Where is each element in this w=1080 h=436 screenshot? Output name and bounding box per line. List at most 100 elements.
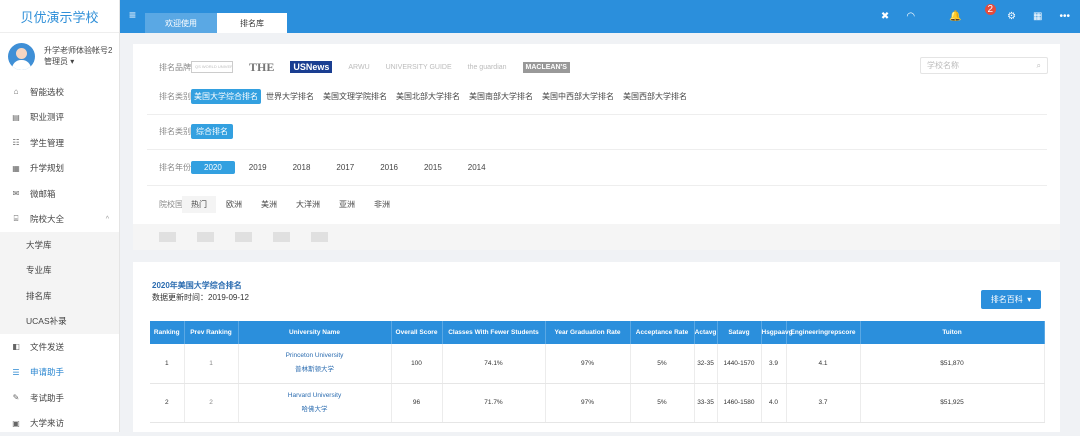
grad-rate-cell: 97%: [545, 344, 630, 383]
sidebar-item-application-assistant[interactable]: ☰申请助手: [0, 360, 119, 386]
search-icon[interactable]: ⌕: [1037, 58, 1041, 73]
category2-row: 排名类别 综合排名: [133, 123, 1060, 139]
category-option[interactable]: 美国中西部大学排名: [542, 91, 614, 102]
category2-option[interactable]: 综合排名: [191, 124, 233, 139]
year-option[interactable]: 2017: [336, 163, 354, 172]
edit-icon: ✎: [11, 393, 21, 402]
category-option[interactable]: 世界大学排名: [266, 91, 314, 102]
school-name[interactable]: 贝优演示学校: [0, 0, 119, 33]
university-name-cn-link[interactable]: 哈佛大学: [239, 403, 391, 417]
sidebar-item-colleges[interactable]: ⌸院校大全^: [0, 207, 119, 233]
school-search-input[interactable]: 学校名称 ⌕: [920, 57, 1048, 74]
sidebar-item-label: 大学来访: [30, 417, 64, 429]
ranking-wiki-button[interactable]: 排名百科 ▾: [981, 290, 1041, 309]
more-icon[interactable]: •••: [1059, 11, 1070, 22]
column-header[interactable]: Year Graduation Rate: [545, 321, 630, 344]
avatar: [8, 43, 35, 70]
country-option[interactable]: 热门: [182, 196, 216, 213]
category-option[interactable]: 美国文理学院排名: [323, 91, 387, 102]
sidebar-item-planning[interactable]: ▦升学规划: [0, 156, 119, 182]
year-option[interactable]: 2019: [249, 163, 267, 172]
university-name-cn-link[interactable]: 普林斯顿大学: [239, 363, 391, 377]
notification-bell[interactable]: 🔔2: [932, 11, 990, 22]
university-guide-logo[interactable]: UNIVERSITY GUIDE: [386, 64, 452, 71]
table-row[interactable]: 2 2 Harvard University哈佛大学 96 71.7% 97% …: [150, 383, 1044, 422]
year-row: 排名年份 2020 2019 2018 2017 2016 2015 2014: [133, 159, 1060, 175]
sidebar-subitem-ranking-library[interactable]: 排名库: [0, 283, 119, 309]
close-circle-icon[interactable]: ✖: [881, 11, 889, 22]
category-row: 排名类别 美国大学综合排名 世界大学排名 美国文理学院排名 美国北部大学排名 美…: [133, 88, 1060, 104]
university-name-en-link[interactable]: Harvard University: [239, 389, 391, 403]
menu-toggle-icon[interactable]: ≡: [129, 9, 143, 23]
country-option[interactable]: 亚洲: [339, 199, 355, 210]
sidebar-item-label: 智能选校: [30, 86, 64, 98]
gpa-cell: 4.0: [761, 383, 786, 422]
sidebar-subitem-ucas[interactable]: UCAS补录: [0, 309, 119, 335]
country-option[interactable]: 欧洲: [226, 199, 242, 210]
column-header[interactable]: Ranking: [150, 321, 184, 344]
column-header[interactable]: Tuiton: [860, 321, 1044, 344]
users-icon: ☷: [11, 138, 21, 147]
university-name-en-link[interactable]: Princeton University: [239, 349, 391, 363]
year-option[interactable]: 2015: [424, 163, 442, 172]
graduation-cap-icon: ⌂: [11, 87, 21, 96]
wifi-icon[interactable]: ◠: [906, 11, 915, 22]
usnews-logo[interactable]: USNews: [290, 61, 332, 73]
sidebar-item-exam-assistant[interactable]: ✎考试助手: [0, 385, 119, 411]
ranking-updated-date: 数据更新时间：2019-09-12: [152, 292, 249, 303]
country-option[interactable]: 美洲: [261, 199, 277, 210]
calendar-icon: ▣: [11, 419, 21, 428]
category-option[interactable]: 美国北部大学排名: [396, 91, 460, 102]
column-header[interactable]: Actavg: [694, 321, 717, 344]
gear-icon[interactable]: ⚙: [1007, 11, 1016, 22]
the-logo[interactable]: THE: [249, 60, 274, 75]
column-header[interactable]: Acceptance Rate: [630, 321, 694, 344]
user-role-dropdown[interactable]: 管理员 ▾: [44, 56, 112, 67]
year-option[interactable]: 2016: [380, 163, 398, 172]
year-option[interactable]: 2018: [293, 163, 311, 172]
country-option[interactable]: 非洲: [374, 199, 390, 210]
category-option[interactable]: 美国西部大学排名: [623, 91, 687, 102]
column-header[interactable]: Prev Ranking: [184, 321, 238, 344]
category-option[interactable]: 美国南部大学排名: [469, 91, 533, 102]
au-flag-icon[interactable]: [235, 232, 252, 242]
nz-flag-icon[interactable]: [311, 232, 328, 242]
uk-flag-icon[interactable]: [197, 232, 214, 242]
sidebar-item-label: 文件发送: [30, 341, 64, 353]
category-option[interactable]: 美国大学综合排名: [191, 89, 261, 104]
search-placeholder: 学校名称: [927, 61, 959, 70]
column-header[interactable]: Satavg: [717, 321, 761, 344]
column-header[interactable]: Classes With Fewer Students: [442, 321, 545, 344]
year-option[interactable]: 2020: [191, 161, 235, 174]
guardian-logo[interactable]: the guardian: [468, 64, 507, 71]
column-header[interactable]: Overall Score: [391, 321, 442, 344]
column-header[interactable]: Hsgpaavg: [761, 321, 786, 344]
macleans-logo[interactable]: MACLEAN'S: [523, 62, 570, 73]
sidebar-subitem-major-library[interactable]: 专业库: [0, 258, 119, 284]
sidebar-item-career-test[interactable]: ▤职业测评: [0, 105, 119, 131]
qs-logo[interactable]: QS WORLD UNIVERSITY RANKINGS: [191, 61, 233, 73]
tab-welcome[interactable]: 欢迎使用: [145, 13, 217, 33]
sidebar-subitem-university-library[interactable]: 大学库: [0, 232, 119, 258]
divider: [147, 149, 1047, 150]
column-header[interactable]: University Name: [238, 321, 391, 344]
ranking-wiki-label: 排名百科: [991, 294, 1023, 305]
us-flag-icon[interactable]: [159, 232, 176, 242]
country-option[interactable]: 大洋洲: [296, 199, 320, 210]
prev-rank-cell: 2: [184, 383, 238, 422]
year-option[interactable]: 2014: [468, 163, 486, 172]
sidebar-item-students[interactable]: ☷学生管理: [0, 130, 119, 156]
sidebar-item-university-visits[interactable]: ▣ 大学来访: [0, 411, 119, 436]
eng-score-cell: 3.7: [786, 383, 860, 422]
sidebar-item-file-send[interactable]: ◧文件发送: [0, 334, 119, 360]
column-header[interactable]: Engineeringrepscore: [786, 321, 860, 344]
table-row[interactable]: 1 1 Princeton University普林斯顿大学 100 74.1%…: [150, 344, 1044, 383]
arwu-logo[interactable]: ARWU: [348, 64, 369, 71]
sidebar-item-label: 院校大全: [30, 213, 64, 225]
sidebar-item-mailbox[interactable]: ✉微邮箱: [0, 181, 119, 207]
calendar-icon[interactable]: ▦: [1033, 11, 1042, 22]
ca-flag-icon[interactable]: [273, 232, 290, 242]
sidebar-item-school-select[interactable]: ⌂ 智能选校: [0, 79, 119, 105]
tab-ranking-library[interactable]: 排名库: [217, 13, 287, 33]
user-profile[interactable]: 升学老师体验帐号2 管理员 ▾: [0, 33, 119, 79]
